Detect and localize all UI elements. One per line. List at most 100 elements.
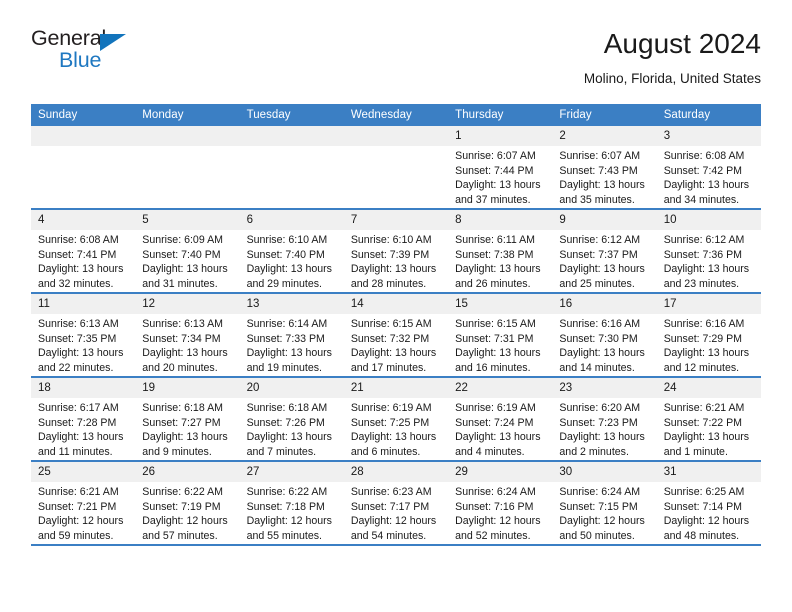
daylight-text: Daylight: 13 hours and 23 minutes. <box>663 263 750 290</box>
calendar-day-cell[interactable]: 5 Sunrise: 6:09 AM Sunset: 7:40 PM Daylight… <box>135 209 240 294</box>
calendar-day-cell[interactable]: 21 Sunrise: 6:19 AM Sunset: 7:25 PM Dayligh… <box>343 377 449 462</box>
weekday-header-saturday: Saturday <box>656 104 761 126</box>
day-number: 19 <box>135 378 240 398</box>
day-details: Sunrise: 6:19 AM Sunset: 7:24 PM Daylight:… <box>448 398 552 459</box>
calendar-day-cell[interactable]: 27 Sunrise: 6:22 AM Sunset: 7:18 PM Dayligh… <box>239 461 344 546</box>
sunrise-text: Sunrise: 6:13 AM <box>142 318 223 330</box>
sunrise-text: Sunrise: 6:24 AM <box>455 486 536 498</box>
sunset-text: Sunset: 7:44 PM <box>455 164 534 177</box>
day-number: 31 <box>656 462 761 482</box>
sunset-text: Sunset: 7:43 PM <box>559 164 638 177</box>
calendar-day-cell[interactable]: 17 Sunrise: 6:16 AM Sunset: 7:29 PM Dayligh… <box>656 293 761 378</box>
weekday-header-sunday: Sunday <box>31 104 136 126</box>
day-details: Sunrise: 6:18 AM Sunset: 7:26 PM Daylight:… <box>240 398 344 459</box>
calendar-day-cell[interactable]: 25 Sunrise: 6:21 AM Sunset: 7:21 PM Dayligh… <box>31 461 136 546</box>
daylight-text: Daylight: 13 hours and 16 minutes. <box>455 347 541 374</box>
day-details: Sunrise: 6:12 AM Sunset: 7:36 PM Daylight:… <box>657 230 761 291</box>
calendar-day-cell[interactable]: 26 Sunrise: 6:22 AM Sunset: 7:19 PM Dayligh… <box>135 461 240 546</box>
sunrise-text: Sunrise: 6:13 AM <box>38 318 119 330</box>
calendar-day-cell[interactable]: 7 Sunrise: 6:10 AM Sunset: 7:39 PM Daylight… <box>343 209 449 294</box>
day-number: 21 <box>343 378 449 398</box>
day-details: Sunrise: 6:23 AM Sunset: 7:17 PM Daylight:… <box>344 482 448 543</box>
day-number: 17 <box>656 294 761 314</box>
daylight-text: Daylight: 13 hours and 12 minutes. <box>663 347 750 374</box>
weekday-header-tuesday: Tuesday <box>239 104 344 126</box>
sunrise-text: Sunrise: 6:07 AM <box>455 150 536 162</box>
sunrise-text: Sunrise: 6:23 AM <box>350 486 432 498</box>
sunrise-text: Sunrise: 6:19 AM <box>350 402 432 414</box>
calendar-day-cell[interactable]: 1 Sunrise: 6:07 AM Sunset: 7:44 PM Daylight… <box>448 126 553 210</box>
day-details: Sunrise: 6:10 AM Sunset: 7:40 PM Daylight:… <box>240 230 344 291</box>
calendar-day-cell[interactable]: 6 Sunrise: 6:10 AM Sunset: 7:40 PM Daylight… <box>239 209 344 294</box>
sunset-text: Sunset: 7:38 PM <box>455 248 534 261</box>
daylight-text: Daylight: 13 hours and 6 minutes. <box>350 431 437 458</box>
day-details: Sunrise: 6:09 AM Sunset: 7:40 PM Daylight:… <box>135 230 239 291</box>
calendar-week-row: 25 Sunrise: 6:21 AM Sunset: 7:21 PM Dayligh… <box>31 461 761 546</box>
sunrise-text: Sunrise: 6:08 AM <box>38 234 119 246</box>
calendar-day-cell[interactable]: 12 Sunrise: 6:13 AM Sunset: 7:34 PM Dayligh… <box>135 293 240 378</box>
calendar-day-cell[interactable]: 24 Sunrise: 6:21 AM Sunset: 7:22 PM Dayligh… <box>656 377 761 462</box>
weekday-header-row: Sunday Monday Tuesday Wednesday Thursday… <box>31 104 761 126</box>
calendar-day-cell[interactable]: 10 Sunrise: 6:12 AM Sunset: 7:36 PM Dayligh… <box>656 209 761 294</box>
sunset-text: Sunset: 7:22 PM <box>663 416 743 429</box>
calendar-day-cell[interactable]: 15 Sunrise: 6:15 AM Sunset: 7:31 PM Dayligh… <box>448 293 553 378</box>
calendar-day-cell[interactable]: 3 Sunrise: 6:08 AM Sunset: 7:42 PM Daylight… <box>656 126 761 210</box>
sunrise-text: Sunrise: 6:20 AM <box>559 402 641 414</box>
calendar-day-cell[interactable]: 30 Sunrise: 6:24 AM Sunset: 7:15 PM Dayligh… <box>552 461 657 546</box>
calendar-day-cell[interactable]: 14 Sunrise: 6:15 AM Sunset: 7:32 PM Dayligh… <box>343 293 449 378</box>
calendar-day-cell[interactable]: 8 Sunrise: 6:11 AM Sunset: 7:38 PM Daylight… <box>448 209 553 294</box>
sunrise-text: Sunrise: 6:21 AM <box>663 402 745 414</box>
day-number: 25 <box>31 462 136 482</box>
calendar-day-cell[interactable]: 16 Sunrise: 6:16 AM Sunset: 7:30 PM Dayligh… <box>552 293 657 378</box>
calendar-day-cell[interactable]: 13 Sunrise: 6:14 AM Sunset: 7:33 PM Dayligh… <box>239 293 344 378</box>
day-details: Sunrise: 6:12 AM Sunset: 7:37 PM Daylight:… <box>552 230 656 291</box>
daylight-text: Daylight: 13 hours and 14 minutes. <box>559 347 645 374</box>
calendar-day-cell[interactable]: 4 Sunrise: 6:08 AM Sunset: 7:41 PM Daylight… <box>31 209 136 294</box>
sunset-text: Sunset: 7:27 PM <box>142 416 221 429</box>
day-number: 24 <box>656 378 761 398</box>
daylight-text: Daylight: 13 hours and 20 minutes. <box>142 347 228 374</box>
sunset-text: Sunset: 7:25 PM <box>350 416 430 429</box>
calendar-day-cell[interactable]: 31 Sunrise: 6:25 AM Sunset: 7:14 PM Dayligh… <box>656 461 761 546</box>
calendar-day-cell[interactable]: 11 Sunrise: 6:13 AM Sunset: 7:35 PM Dayligh… <box>31 293 136 378</box>
sunset-text: Sunset: 7:24 PM <box>455 416 534 429</box>
day-details: Sunrise: 6:08 AM Sunset: 7:41 PM Daylight:… <box>31 230 135 291</box>
daylight-text: Daylight: 13 hours and 11 minutes. <box>38 431 124 458</box>
sunrise-text: Sunrise: 6:25 AM <box>663 486 745 498</box>
sunset-text: Sunset: 7:40 PM <box>142 248 221 261</box>
sunrise-text: Sunrise: 6:14 AM <box>246 318 328 330</box>
calendar-day-cell[interactable]: 20 Sunrise: 6:18 AM Sunset: 7:26 PM Dayligh… <box>239 377 344 462</box>
daylight-text: Daylight: 13 hours and 28 minutes. <box>350 263 437 290</box>
calendar-day-cell[interactable]: 22 Sunrise: 6:19 AM Sunset: 7:24 PM Dayligh… <box>448 377 553 462</box>
weekday-header-monday: Monday <box>135 104 240 126</box>
sunrise-text: Sunrise: 6:15 AM <box>455 318 536 330</box>
calendar-day-cell-empty <box>135 126 240 210</box>
day-number: 6 <box>239 210 344 230</box>
day-details: Sunrise: 6:24 AM Sunset: 7:16 PM Daylight:… <box>448 482 552 543</box>
calendar-day-cell[interactable]: 2 Sunrise: 6:07 AM Sunset: 7:43 PM Daylight… <box>552 126 657 210</box>
calendar-day-cell[interactable]: 19 Sunrise: 6:18 AM Sunset: 7:27 PM Dayligh… <box>135 377 240 462</box>
general-blue-logo[interactable]: General Blue <box>31 27 231 86</box>
calendar-week-row: 18 Sunrise: 6:17 AM Sunset: 7:28 PM Dayligh… <box>31 377 761 462</box>
sunrise-text: Sunrise: 6:08 AM <box>663 150 745 162</box>
sunset-text: Sunset: 7:32 PM <box>350 332 430 345</box>
day-number: 8 <box>448 210 553 230</box>
daylight-text: Daylight: 12 hours and 54 minutes. <box>350 515 437 542</box>
daylight-text: Daylight: 13 hours and 7 minutes. <box>246 431 332 458</box>
day-number: 28 <box>343 462 449 482</box>
sunrise-text: Sunrise: 6:12 AM <box>663 234 745 246</box>
calendar-day-cell[interactable]: 28 Sunrise: 6:23 AM Sunset: 7:17 PM Dayligh… <box>343 461 449 546</box>
calendar-day-cell[interactable]: 18 Sunrise: 6:17 AM Sunset: 7:28 PM Dayligh… <box>31 377 136 462</box>
sunset-text: Sunset: 7:40 PM <box>246 248 325 261</box>
sunset-text: Sunset: 7:28 PM <box>38 416 117 429</box>
calendar-day-cell[interactable]: 23 Sunrise: 6:20 AM Sunset: 7:23 PM Dayligh… <box>552 377 657 462</box>
day-number: 12 <box>135 294 240 314</box>
day-details: Sunrise: 6:19 AM Sunset: 7:25 PM Daylight:… <box>344 398 448 459</box>
daylight-text: Daylight: 13 hours and 32 minutes. <box>38 263 124 290</box>
sunrise-text: Sunrise: 6:22 AM <box>142 486 223 498</box>
sunset-text: Sunset: 7:18 PM <box>246 500 325 513</box>
daylight-text: Daylight: 13 hours and 22 minutes. <box>38 347 124 374</box>
calendar-day-cell[interactable]: 9 Sunrise: 6:12 AM Sunset: 7:37 PM Daylight… <box>552 209 657 294</box>
calendar-day-cell[interactable]: 29 Sunrise: 6:24 AM Sunset: 7:16 PM Dayligh… <box>448 461 553 546</box>
day-number: 3 <box>656 126 761 146</box>
